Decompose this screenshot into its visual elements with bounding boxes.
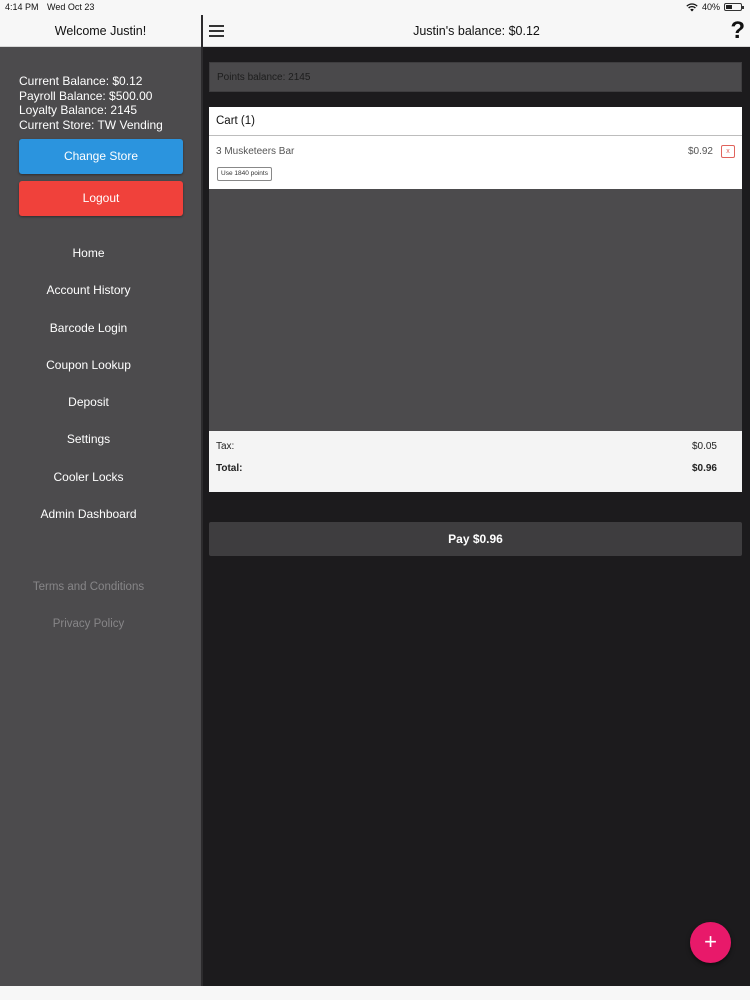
sidebar-item-cooler-locks[interactable]: Cooler Locks [0, 461, 177, 498]
terms-link[interactable]: Terms and Conditions [0, 581, 177, 593]
privacy-link[interactable]: Privacy Policy [0, 618, 177, 630]
sidebar: Welcome Justin! Current Balance: $0.12 P… [0, 15, 201, 986]
cart-empty-area [209, 189, 742, 431]
top-bar: Justin's balance: $0.12 ? [203, 15, 750, 47]
points-balance-bar: Points balance: 2145 [209, 62, 742, 92]
use-points-button[interactable]: Use 1840 points [217, 167, 272, 181]
battery-fill [726, 5, 732, 9]
sidebar-item-home[interactable]: Home [0, 237, 177, 274]
status-right: 40% [686, 2, 744, 12]
help-icon[interactable]: ? [730, 16, 745, 46]
current-store: Current Store: TW Vending [19, 118, 163, 133]
cart-title: Cart (1) [209, 107, 742, 136]
total-label: Total: [216, 463, 243, 474]
item-name: 3 Musketeers Bar [216, 146, 295, 157]
sidebar-nav: Home Account History Barcode Login Coupo… [0, 237, 177, 535]
status-time: 4:14 PM [5, 2, 39, 12]
cart-panel: Cart (1) 3 Musketeers Bar $0.92 x Use 18… [209, 107, 742, 492]
payroll-balance: Payroll Balance: $500.00 [19, 88, 153, 103]
total-value: $0.96 [691, 463, 717, 474]
balances-panel: Current Balance: $0.12 Payroll Balance: … [19, 74, 163, 133]
current-balance: Current Balance: $0.12 [19, 74, 143, 88]
status-bar: 4:14 PM Wed Oct 23 40% [0, 0, 750, 15]
tax-label: Tax: [216, 441, 235, 452]
cart-totals: Tax: $0.05 Total: $0.96 [209, 431, 742, 492]
bottom-bar [0, 986, 750, 1000]
wifi-icon [686, 2, 698, 11]
sidebar-item-settings[interactable]: Settings [0, 423, 177, 460]
sidebar-item-admin-dashboard[interactable]: Admin Dashboard [0, 498, 177, 535]
cart-item: 3 Musketeers Bar $0.92 x Use 1840 points [209, 136, 742, 189]
sidebar-divider [201, 15, 203, 986]
status-date: Wed Oct 23 [47, 2, 95, 12]
logout-button[interactable]: Logout [19, 181, 183, 216]
tax-value: $0.05 [691, 441, 717, 452]
loyalty-balance: Loyalty Balance: 2145 [19, 103, 138, 118]
hamburger-menu-icon[interactable] [209, 25, 224, 37]
battery-percent: 40% [701, 2, 720, 12]
battery-icon [724, 3, 744, 11]
sidebar-item-barcode-login[interactable]: Barcode Login [0, 312, 177, 349]
change-store-button[interactable]: Change Store [19, 139, 183, 174]
item-price: $0.92 [687, 146, 713, 157]
sidebar-item-deposit[interactable]: Deposit [0, 386, 177, 423]
pay-button[interactable]: Pay $0.96 [209, 522, 742, 556]
sidebar-item-account-history[interactable]: Account History [0, 274, 177, 311]
remove-item-button[interactable]: x [721, 145, 735, 158]
welcome-header: Welcome Justin! [0, 15, 201, 47]
sidebar-item-coupon-lookup[interactable]: Coupon Lookup [0, 349, 177, 386]
add-item-fab[interactable]: + [690, 922, 731, 963]
balance-title: Justin's balance: $0.12 [413, 24, 540, 38]
